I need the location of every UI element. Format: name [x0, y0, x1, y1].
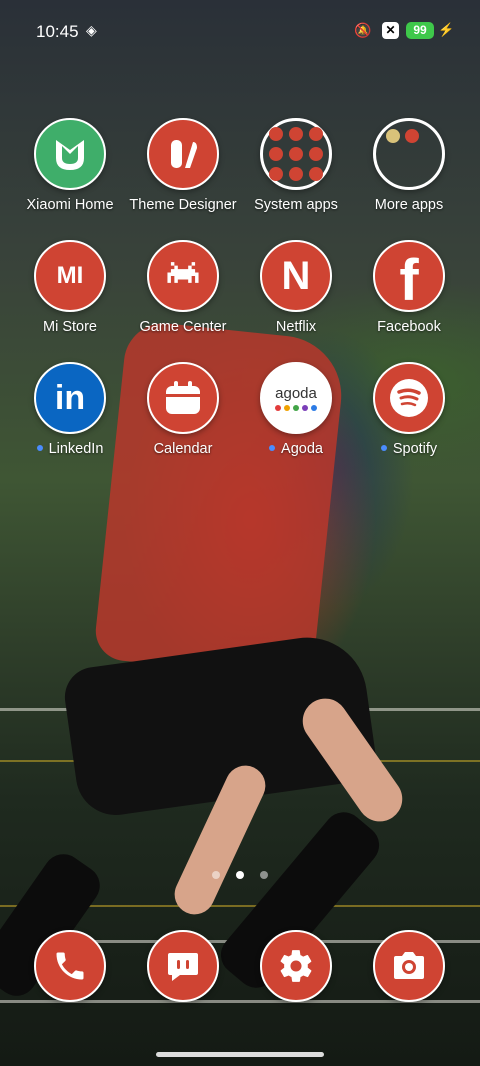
app-label: Spotify [392, 441, 438, 457]
new-install-dot [380, 445, 387, 452]
app-label: Game Center [139, 319, 227, 335]
app-label: Facebook [377, 319, 441, 335]
network-icon: ◈ [86, 22, 97, 38]
app-label: Agoda [281, 441, 323, 457]
page-dot-active[interactable] [236, 871, 244, 879]
mi-store-icon: MI [34, 240, 106, 312]
no-sim-icon: ✕ [382, 22, 399, 39]
calendar-icon [147, 362, 219, 434]
app-calendar[interactable]: Calendar [127, 362, 239, 457]
app-theme-designer[interactable]: Theme Designer [127, 118, 239, 213]
status-bar: 10:45 ◈ 🔕 ✕ 99 ⚡ [0, 0, 480, 62]
app-label: Xiaomi Home [26, 197, 114, 213]
app-label: System apps [254, 197, 338, 213]
folder-icon [260, 118, 332, 190]
home-indicator[interactable] [156, 1052, 324, 1057]
app-xiaomi-home[interactable]: Xiaomi Home [14, 118, 126, 213]
app-facebook[interactable]: f Facebook [353, 240, 465, 335]
folder-icon [373, 118, 445, 190]
camera-icon [373, 930, 445, 1002]
app-spotify[interactable]: Spotify [353, 362, 465, 457]
page-dot[interactable] [260, 871, 268, 879]
app-netflix[interactable]: N Netflix [240, 240, 352, 335]
page-dot[interactable] [212, 871, 220, 879]
settings-icon [260, 930, 332, 1002]
mute-icon: 🔕 [354, 22, 372, 38]
messages-icon [147, 930, 219, 1002]
new-install-dot [36, 445, 43, 452]
spotify-icon [373, 362, 445, 434]
app-label: Netflix [275, 319, 317, 335]
new-install-dot [269, 445, 276, 452]
folder-system-apps[interactable]: System apps [240, 118, 352, 213]
game-center-icon [147, 240, 219, 312]
dock-phone[interactable] [14, 930, 126, 1002]
theme-designer-icon [147, 118, 219, 190]
dock-settings[interactable] [240, 930, 352, 1002]
dock-messages[interactable] [127, 930, 239, 1002]
netflix-icon: N [260, 240, 332, 312]
battery-indicator: 99 [406, 22, 434, 39]
app-label: LinkedIn [48, 441, 104, 457]
app-agoda[interactable]: agoda Agoda [240, 362, 352, 457]
app-label: Theme Designer [129, 197, 237, 213]
app-label: More apps [374, 197, 444, 213]
facebook-icon: f [373, 240, 445, 312]
app-game-center[interactable]: Game Center [127, 240, 239, 335]
xiaomi-home-icon [34, 118, 106, 190]
dock-camera[interactable] [353, 930, 465, 1002]
agoda-icon: agoda [260, 362, 332, 434]
app-mi-store[interactable]: MI Mi Store [14, 240, 126, 335]
app-linkedin[interactable]: in LinkedIn [14, 362, 126, 457]
clock: 10:45 [36, 22, 79, 41]
app-label: Calendar [153, 441, 213, 457]
linkedin-icon: in [34, 362, 106, 434]
phone-icon [34, 930, 106, 1002]
charging-icon: ⚡ [438, 22, 455, 37]
page-indicator[interactable] [0, 866, 480, 884]
app-label: Mi Store [43, 319, 97, 335]
folder-more-apps[interactable]: More apps [353, 118, 465, 213]
